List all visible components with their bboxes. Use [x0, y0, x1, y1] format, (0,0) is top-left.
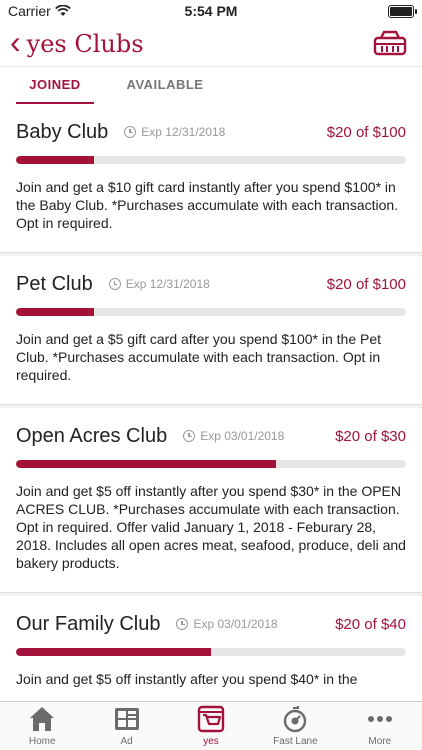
club-name: Our Family Club: [16, 612, 161, 635]
progress-bar-fill: [16, 308, 94, 316]
club-name: Open Acres Club: [16, 424, 168, 447]
progress-amount: $20 of $40: [335, 615, 406, 633]
progress-bar-fill: [16, 156, 94, 164]
fast-lane-icon: [284, 706, 307, 733]
tab-ad[interactable]: Ad: [84, 702, 168, 750]
club-name: Pet Club: [16, 272, 93, 295]
tab-label: yes: [203, 736, 219, 747]
club-description: Join and get a $10 gift card instantly a…: [16, 179, 399, 231]
club-description: Join and get a $5 gift card after you sp…: [16, 331, 382, 383]
home-icon: [30, 707, 55, 731]
progress-bar-fill: [16, 648, 211, 656]
clock-icon: [183, 430, 196, 442]
club-description: Join and get $5 off instantly after you …: [16, 483, 406, 571]
yes-basket-icon: [197, 705, 225, 733]
clock-icon: [124, 126, 137, 138]
club-card-pet[interactable]: Pet Club Exp 12/31/2018 $20 of $100 Join…: [0, 256, 422, 405]
progress-amount: $20 of $100: [326, 123, 406, 141]
tab-label: More: [368, 736, 392, 747]
progress-bar: [16, 308, 406, 316]
club-card-open-acres[interactable]: Open Acres Club Exp 03/01/2018 $20 of $3…: [0, 408, 422, 593]
expiration-date: Exp 12/31/2018: [141, 125, 226, 139]
tab-joined[interactable]: JOINED: [16, 67, 94, 105]
status-bar: Carrier 5:54 PM: [0, 0, 422, 22]
expiration-date: Exp 03/01/2018: [193, 617, 278, 631]
expiration-date: Exp 12/31/2018: [125, 277, 210, 291]
club-name: Baby Club: [16, 120, 109, 143]
club-list[interactable]: Baby Club Exp 12/31/2018 $20 of $100 Joi…: [0, 104, 422, 702]
back-button-title[interactable]: yes Clubs: [27, 30, 144, 58]
carrier-group: Carrier: [8, 3, 71, 19]
progress-bar: [16, 460, 406, 468]
ad-icon: [114, 708, 139, 730]
tab-available[interactable]: AVAILABLE: [126, 67, 204, 105]
club-tabs: JOINED AVAILABLE: [0, 67, 422, 106]
progress-amount: $20 of $30: [335, 427, 406, 445]
progress-amount: $20 of $100: [326, 275, 406, 293]
carrier-label: Carrier: [8, 3, 51, 19]
tab-home[interactable]: Home: [0, 702, 84, 750]
progress-bar: [16, 648, 406, 656]
navigation-bar: ‹ yes Clubs: [0, 22, 422, 67]
battery-icon: [388, 4, 417, 18]
tab-yes[interactable]: yes: [169, 702, 253, 750]
club-description: Join and get $5 off instantly after you …: [16, 671, 358, 687]
wifi-icon: [54, 5, 71, 16]
more-icon: [367, 716, 392, 722]
progress-bar-fill: [16, 460, 277, 468]
clock-icon: [108, 278, 121, 290]
tab-label: Ad: [120, 736, 133, 747]
club-card-baby[interactable]: Baby Club Exp 12/31/2018 $20 of $100 Joi…: [0, 104, 422, 253]
tab-label: Fast Lane: [273, 736, 318, 747]
clock-icon: [176, 618, 189, 630]
progress-bar: [16, 156, 406, 164]
basket-card-icon[interactable]: [372, 30, 408, 58]
tab-more[interactable]: More: [338, 702, 422, 750]
tab-label: Home: [28, 736, 56, 747]
bottom-tab-bar: Home Ad yes Fast Lane More: [0, 701, 422, 750]
club-card-our-family[interactable]: Our Family Club Exp 03/01/2018 $20 of $4…: [0, 596, 422, 702]
expiration-date: Exp 03/01/2018: [200, 429, 285, 443]
back-chevron-icon[interactable]: ‹: [10, 26, 21, 58]
tab-fast-lane[interactable]: Fast Lane: [253, 702, 337, 750]
